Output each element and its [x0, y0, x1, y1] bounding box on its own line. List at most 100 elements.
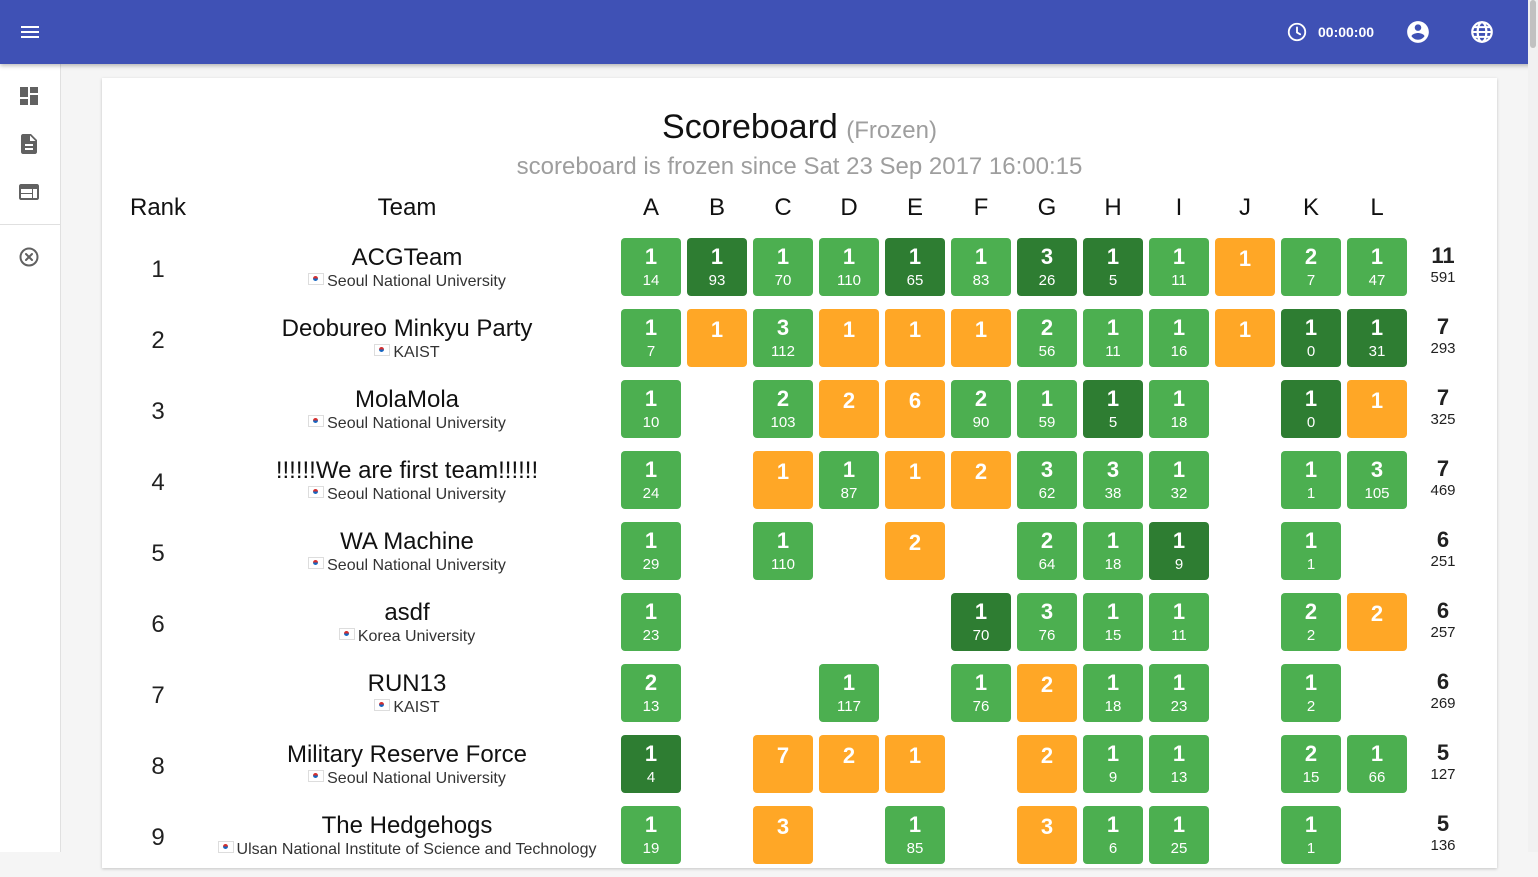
problem-cell-d[interactable]: 1 — [819, 309, 879, 367]
problem-cell-f[interactable]: 1 — [951, 309, 1011, 367]
problem-cell-k[interactable]: 11 — [1281, 522, 1341, 580]
problem-cell-g[interactable]: 2 — [1017, 664, 1077, 722]
problem-cell-k[interactable]: 11 — [1281, 806, 1341, 864]
problem-cell-f[interactable]: 2 — [951, 451, 1011, 509]
problem-cell-d[interactable]: 1 110 — [819, 238, 879, 296]
problem-cell-d[interactable]: 2 — [819, 735, 879, 793]
problem-cell-k[interactable]: 2 15 — [1281, 735, 1341, 793]
problem-cell-i[interactable]: 1 18 — [1149, 380, 1209, 438]
problem-cell-a[interactable]: 17 — [621, 309, 681, 367]
problem-cell-f[interactable]: 1 83 — [951, 238, 1011, 296]
problem-cell-c[interactable]: 3 — [753, 806, 813, 864]
problem-cell-d[interactable]: 2 — [819, 380, 879, 438]
problem-cell-b[interactable]: 1 93 — [687, 238, 747, 296]
problem-cell-h[interactable]: 1 18 — [1083, 664, 1143, 722]
problem-cell-j[interactable]: 1 — [1215, 309, 1275, 367]
problem-cell-b[interactable]: 1 — [687, 309, 747, 367]
problem-cell-c[interactable]: 7 — [753, 735, 813, 793]
problem-cell-a[interactable]: 2 13 — [621, 664, 681, 722]
scrollbar-thumb[interactable] — [1530, 0, 1536, 48]
scrollbar-track[interactable] — [1528, 0, 1538, 852]
menu-icon[interactable] — [18, 20, 42, 44]
problem-cell-l[interactable]: 2 — [1347, 593, 1407, 651]
problem-cell-e[interactable]: 6 — [885, 380, 945, 438]
problem-cell-g[interactable]: 3 62 — [1017, 451, 1077, 509]
team-cell[interactable]: MolaMola Seoul National University — [217, 386, 597, 434]
problem-cell-a[interactable]: 1 19 — [621, 806, 681, 864]
problem-cell-l[interactable]: 1 31 — [1347, 309, 1407, 367]
team-cell[interactable]: The Hedgehogs Ulsan National Institute of… — [217, 812, 597, 860]
problem-cell-g[interactable]: 3 26 — [1017, 238, 1077, 296]
team-cell[interactable]: Military Reserve Force Seoul National Uni… — [217, 741, 597, 789]
problem-cell-g[interactable]: 2 64 — [1017, 522, 1077, 580]
problem-cell-g[interactable]: 2 — [1017, 735, 1077, 793]
problem-cell-c[interactable]: 2 103 — [753, 380, 813, 438]
problem-cell-h[interactable]: 19 — [1083, 735, 1143, 793]
problem-cell-g[interactable]: 3 76 — [1017, 593, 1077, 651]
team-cell[interactable]: WA Machine Seoul National University — [217, 528, 597, 576]
web-icon[interactable] — [17, 180, 41, 204]
account-icon[interactable] — [1405, 19, 1431, 45]
problem-cell-k[interactable]: 27 — [1281, 238, 1341, 296]
globe-icon[interactable] — [1469, 19, 1495, 45]
problem-cell-c[interactable]: 3 112 — [753, 309, 813, 367]
problem-cell-j[interactable]: 1 — [1215, 238, 1275, 296]
problem-cell-h[interactable]: 15 — [1083, 380, 1143, 438]
problem-cell-g[interactable]: 2 56 — [1017, 309, 1077, 367]
team-cell[interactable]: asdf Korea University — [217, 599, 597, 647]
problem-cell-e[interactable]: 1 65 — [885, 238, 945, 296]
problem-cell-i[interactable]: 1 23 — [1149, 664, 1209, 722]
problem-cell-e[interactable]: 1 — [885, 735, 945, 793]
problem-cell-i[interactable]: 1 11 — [1149, 238, 1209, 296]
problem-cell-g[interactable]: 3 — [1017, 806, 1077, 864]
cancel-icon[interactable] — [17, 245, 41, 269]
problem-cell-h[interactable]: 15 — [1083, 238, 1143, 296]
problem-cell-c[interactable]: 1 110 — [753, 522, 813, 580]
team-cell[interactable]: ACGTeam Seoul National University — [217, 244, 597, 292]
problem-cell-i[interactable]: 19 — [1149, 522, 1209, 580]
description-icon[interactable] — [17, 132, 41, 156]
problem-cell-h[interactable]: 1 18 — [1083, 522, 1143, 580]
problem-cell-k[interactable]: 12 — [1281, 664, 1341, 722]
problem-cell-e[interactable]: 2 — [885, 522, 945, 580]
problem-cell-l[interactable]: 1 47 — [1347, 238, 1407, 296]
problem-cell-e[interactable]: 1 — [885, 451, 945, 509]
team-cell[interactable]: !!!!!!We are first team!!!!!! Seoul Natio… — [217, 457, 597, 505]
problem-cell-d[interactable]: 1 87 — [819, 451, 879, 509]
problem-cell-h[interactable]: 1 11 — [1083, 309, 1143, 367]
problem-cell-e[interactable]: 1 — [885, 309, 945, 367]
problem-cell-h[interactable]: 3 38 — [1083, 451, 1143, 509]
problem-cell-g[interactable]: 1 59 — [1017, 380, 1077, 438]
problem-cell-i[interactable]: 1 32 — [1149, 451, 1209, 509]
problem-cell-i[interactable]: 1 25 — [1149, 806, 1209, 864]
problem-cell-k[interactable]: 10 — [1281, 309, 1341, 367]
problem-cell-f[interactable]: 2 90 — [951, 380, 1011, 438]
problem-cell-l[interactable]: 1 66 — [1347, 735, 1407, 793]
problem-cell-k[interactable]: 11 — [1281, 451, 1341, 509]
problem-cell-k[interactable]: 22 — [1281, 593, 1341, 651]
team-cell[interactable]: RUN13 KAIST — [217, 670, 597, 718]
problem-cell-h[interactable]: 1 15 — [1083, 593, 1143, 651]
problem-cell-c[interactable]: 1 70 — [753, 238, 813, 296]
dashboard-icon[interactable] — [17, 84, 41, 108]
problem-cell-a[interactable]: 1 24 — [621, 451, 681, 509]
problem-cell-a[interactable]: 1 23 — [621, 593, 681, 651]
problem-cell-f[interactable]: 1 76 — [951, 664, 1011, 722]
problem-cell-e[interactable]: 1 85 — [885, 806, 945, 864]
problem-cell-a[interactable]: 1 14 — [621, 238, 681, 296]
problem-cell-i[interactable]: 1 16 — [1149, 309, 1209, 367]
problem-cell-l[interactable]: 1 — [1347, 380, 1407, 438]
problem-cell-a[interactable]: 1 10 — [621, 380, 681, 438]
team-cell[interactable]: Deobureo Minkyu Party KAIST — [217, 315, 597, 363]
problem-cell-a[interactable]: 14 — [621, 735, 681, 793]
problem-cell-f[interactable]: 1 70 — [951, 593, 1011, 651]
attempt-count: 1 — [1172, 812, 1186, 837]
problem-cell-a[interactable]: 1 29 — [621, 522, 681, 580]
problem-cell-i[interactable]: 1 13 — [1149, 735, 1209, 793]
problem-cell-i[interactable]: 1 11 — [1149, 593, 1209, 651]
problem-cell-l[interactable]: 3 105 — [1347, 451, 1407, 509]
problem-cell-k[interactable]: 10 — [1281, 380, 1341, 438]
problem-cell-c[interactable]: 1 — [753, 451, 813, 509]
problem-cell-h[interactable]: 16 — [1083, 806, 1143, 864]
problem-cell-d[interactable]: 1 117 — [819, 664, 879, 722]
